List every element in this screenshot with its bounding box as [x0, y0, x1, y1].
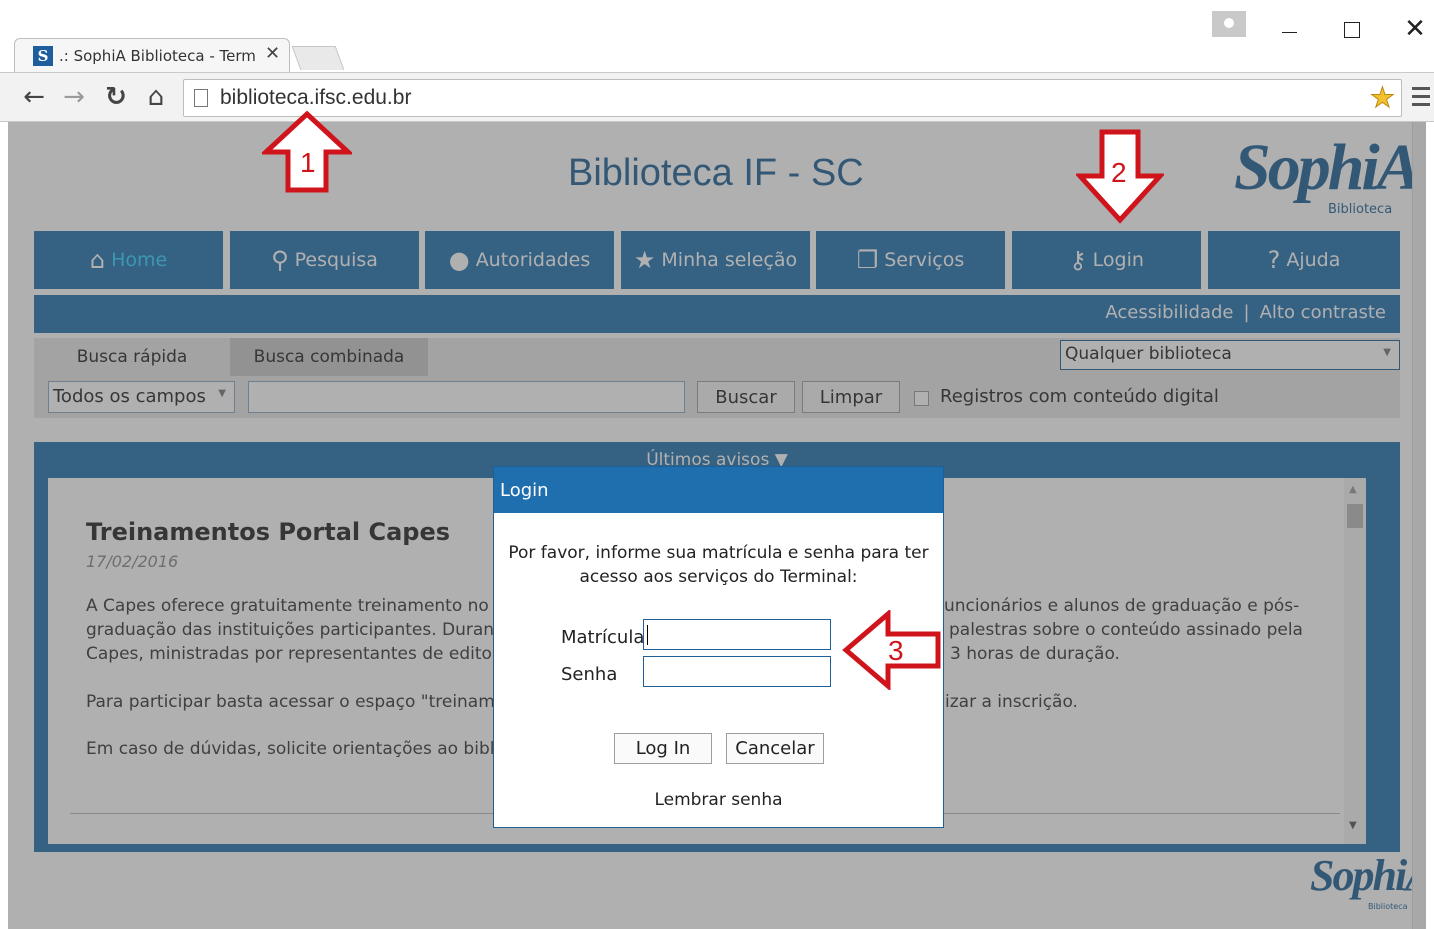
maximize-button[interactable]	[1336, 14, 1366, 44]
profile-icon[interactable]	[1212, 11, 1246, 37]
new-tab-button[interactable]	[291, 46, 345, 70]
senha-input[interactable]	[643, 656, 831, 687]
annotation-arrow-1: 1	[262, 110, 352, 193]
home-icon[interactable]: ⌂	[142, 83, 170, 111]
forward-arrow-icon[interactable]: →	[60, 83, 88, 111]
screen: { "browser": { "tab_title": ".: SophiA B…	[0, 0, 1434, 929]
senha-label: Senha	[561, 664, 618, 685]
annotation-number-1: 1	[300, 147, 316, 178]
browser-tab[interactable]: S .: SophiA Biblioteca - Term ✕	[14, 38, 290, 72]
favicon-icon: S	[33, 46, 53, 66]
cancel-button[interactable]: Cancelar	[726, 733, 824, 764]
minimize-button[interactable]	[1274, 14, 1304, 44]
browser-toolbar: ← → ↻ ⌂ biblioteca.ifsc.edu.br ★	[0, 72, 1434, 122]
login-dialog-title: Login	[494, 467, 943, 513]
login-message: Por favor, informe sua matrícula e senha…	[508, 543, 929, 587]
bookmark-star-icon[interactable]: ★	[1369, 81, 1395, 114]
browser-titlebar: S .: SophiA Biblioteca - Term ✕ ✕	[0, 0, 1434, 74]
matricula-input[interactable]	[643, 619, 831, 650]
annotation-number-3: 3	[888, 635, 904, 666]
remember-password-link[interactable]: Lembrar senha	[494, 790, 943, 810]
url-text[interactable]: biblioteca.ifsc.edu.br	[220, 86, 411, 110]
text-caret	[647, 625, 648, 645]
annotation-number-2: 2	[1111, 157, 1127, 188]
close-window-button[interactable]: ✕	[1400, 14, 1430, 44]
tab-title: .: SophiA Biblioteca - Term	[59, 47, 256, 65]
close-tab-icon[interactable]: ✕	[265, 44, 283, 64]
annotation-arrow-2: 2	[1076, 129, 1164, 224]
login-button[interactable]: Log In	[614, 733, 712, 764]
address-bar[interactable]: biblioteca.ifsc.edu.br ★	[183, 79, 1402, 117]
reload-icon[interactable]: ↻	[102, 83, 130, 111]
browser-menu-icon[interactable]	[1412, 87, 1430, 109]
back-arrow-icon[interactable]: ←	[20, 83, 48, 111]
matricula-label: Matrícula	[561, 627, 645, 648]
annotation-arrow-3: 3	[842, 610, 941, 690]
page-icon	[194, 89, 208, 107]
